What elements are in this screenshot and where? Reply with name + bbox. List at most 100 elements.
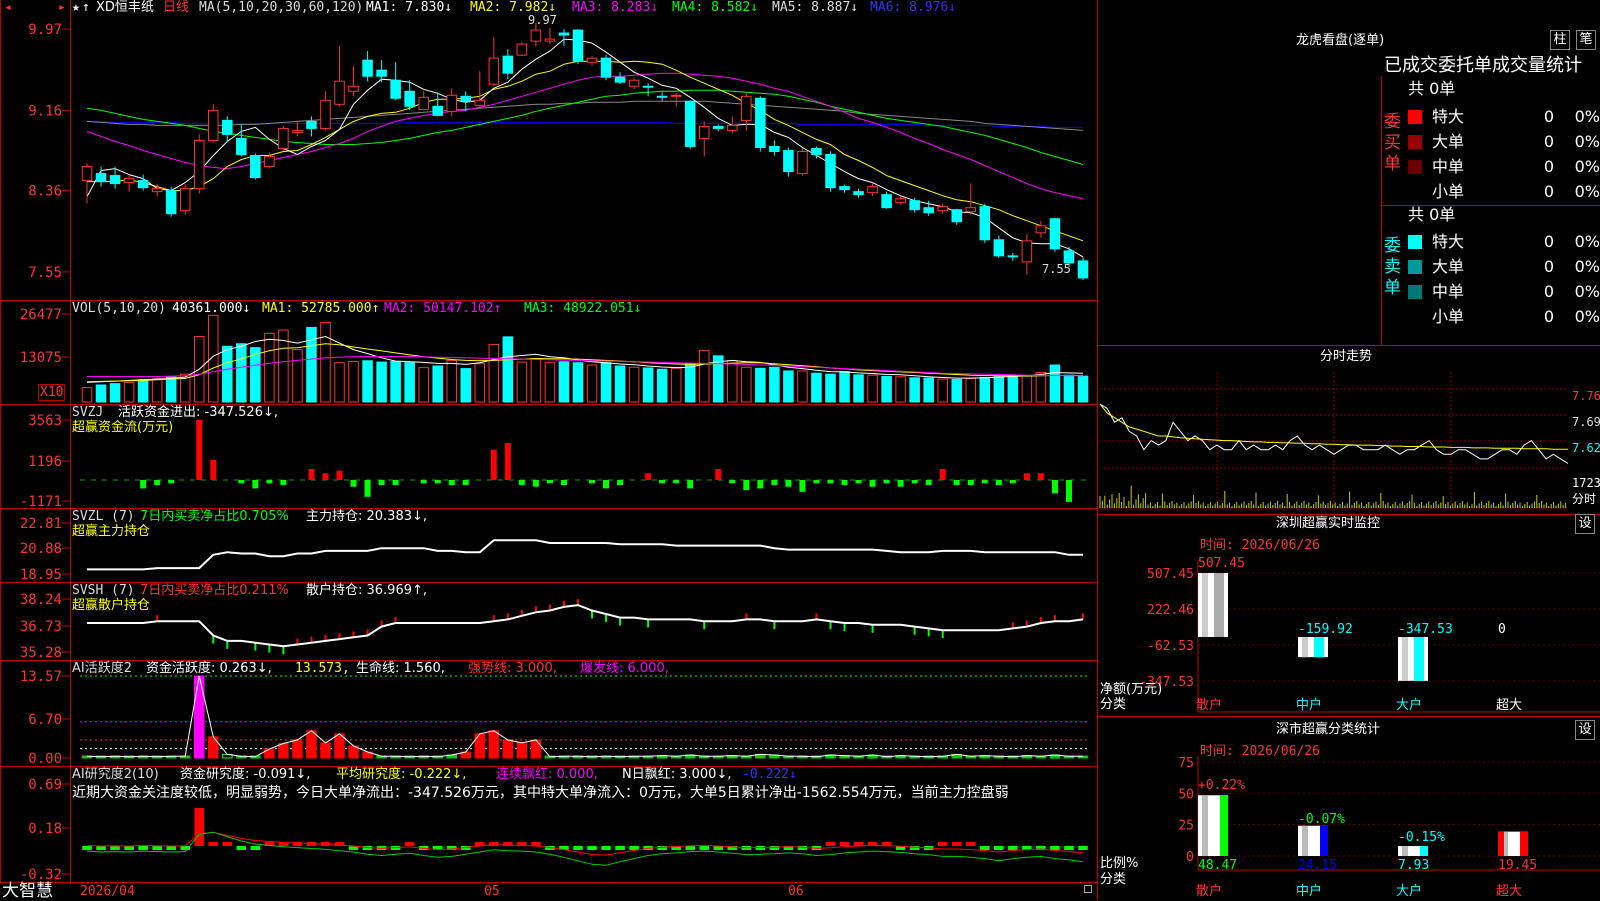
lock-icon[interactable]: [1084, 885, 1092, 893]
main-chart-canvas[interactable]: 9.97 9.16 8.36 7.55 26477 13075 3563 1196 -117…: [0, 0, 1098, 900]
cls-bar-shade: [1302, 825, 1308, 856]
ai-research-bar: [615, 846, 625, 850]
volume-bar: [222, 345, 233, 403]
mon-category-label: 中户: [1296, 698, 1323, 713]
ai-research-bar: [82, 846, 92, 850]
row-pct: 0%: [1574, 107, 1600, 126]
category-swatch: [1408, 135, 1422, 149]
cls-value-label: 48.47: [1198, 858, 1238, 873]
svzj-bar: [168, 480, 175, 484]
svzj-bar: [154, 480, 161, 486]
svzj-bar: [883, 480, 890, 484]
cls-value-label: 7.93: [1398, 858, 1430, 873]
kline-y-tick: 7.55: [28, 265, 62, 281]
candle-body: [530, 29, 542, 42]
candle-body: [979, 206, 991, 241]
row-count: 0: [1543, 282, 1554, 301]
volume-bar: [376, 361, 387, 403]
main-chart-area[interactable]: 9.97 9.16 8.36 7.55 26477 13075 3563 1196 -117…: [0, 0, 1098, 900]
candle-body: [236, 137, 247, 156]
volume-bar: [1049, 364, 1061, 403]
volume-bar: [123, 381, 135, 403]
volume-bar: [320, 321, 331, 403]
svzj-bar: [897, 480, 904, 487]
sz-monitor-ylabel: 净额(万元): [1100, 682, 1163, 697]
mon-bar-accent: [1314, 637, 1324, 658]
volume-bar: [642, 367, 654, 403]
ai-comment: 近期大资金关注度较低，明显弱势，今日大单净流出：-347.526万元，其中特大单…: [72, 785, 1009, 801]
ai-research-bar: [994, 846, 1004, 850]
candle-body: [712, 125, 724, 129]
pen-mode-button[interactable]: 笔: [1576, 30, 1596, 50]
mon-bar-shade: [1202, 573, 1208, 637]
ai-activity-bar: [292, 739, 303, 759]
star-icon[interactable]: ★: [72, 0, 80, 15]
kline-y-tick: 9.97: [28, 22, 62, 38]
volume-bar: [404, 362, 415, 403]
row-pct: 0%: [1574, 182, 1600, 201]
ai-research-bar: [980, 846, 990, 850]
volume-bar: [727, 360, 738, 403]
next-arrow-icon[interactable]: ▸: [58, 0, 66, 15]
volume-bar: [797, 370, 808, 403]
ai-avg-research: 平均研究度: -0.222↓,: [336, 767, 467, 782]
candle-body: [137, 180, 149, 189]
candle-body: [923, 207, 934, 214]
bar-mode-button[interactable]: 柱: [1550, 30, 1570, 50]
svzj-bar: [799, 480, 806, 492]
row-pct: 0%: [1574, 282, 1600, 301]
svzj-bar: [785, 480, 792, 487]
svzl-y-tick: 18.95: [20, 567, 62, 583]
vol-unit-box[interactable]: X10: [38, 384, 66, 401]
candle-body: [376, 69, 387, 77]
ai-research-bar: [825, 842, 836, 846]
sz-monitor-settings-button[interactable]: 设: [1575, 514, 1595, 534]
ma5-line: [86, 100, 1084, 131]
svzj-bar: [448, 480, 455, 486]
volume-bar: [502, 336, 514, 403]
svzj-bar: [532, 480, 539, 487]
candle-body: [502, 55, 514, 74]
ai-research-bar: [839, 842, 850, 846]
chevron-up-icon[interactable]: ↑: [82, 0, 90, 15]
svzj-bar: [308, 469, 315, 480]
mon-y-tick: 507.45: [1147, 567, 1194, 582]
buy-side-label: 委买单: [1384, 112, 1401, 174]
candle-body: [698, 125, 710, 139]
volume-bar: [165, 376, 177, 403]
sz-class-settings-button[interactable]: 设: [1575, 720, 1595, 740]
volume-bar: [881, 375, 892, 403]
brand-logo[interactable]: 大智慧: [2, 882, 53, 900]
mon-value-label: 0: [1498, 622, 1506, 637]
prev-arrow-icon[interactable]: ◂: [4, 0, 12, 15]
cls-bar-accent: [1320, 825, 1328, 856]
ai-research-bar: [152, 846, 162, 850]
volume-bar: [614, 365, 626, 403]
mon-bar-shade: [1402, 637, 1408, 681]
candle-body: [1007, 255, 1019, 258]
volume-bar: [488, 343, 500, 403]
candle-body: [741, 95, 752, 121]
candle-body: [390, 79, 401, 99]
stock-name[interactable]: XD恒丰纸: [96, 0, 154, 15]
row-name: 大单: [1432, 132, 1465, 151]
candle-body: [993, 239, 1005, 257]
mon-bar-accent: [1214, 573, 1224, 637]
ai-research-header: AI研究度2(10): [72, 767, 159, 782]
volume-bar: [965, 377, 977, 403]
svzj-bar: [350, 480, 357, 487]
ai-research-bar: [629, 846, 639, 850]
ma5-value: MA5: 8.887↓: [772, 0, 859, 15]
row-count: 0: [1543, 132, 1554, 151]
volume-bar: [558, 361, 570, 403]
period-label[interactable]: 日线: [163, 0, 189, 15]
ai-research-bar: [404, 842, 415, 846]
row-pct: 0%: [1574, 157, 1600, 176]
row-count: 0: [1543, 232, 1554, 251]
cls-bar-accent2: [1498, 831, 1504, 856]
cls-y-tick: 50: [1178, 787, 1194, 802]
volume-bar: [586, 364, 598, 403]
candle-body: [755, 97, 766, 148]
candle-body: [320, 99, 331, 129]
cls-bar-accent: [1420, 846, 1428, 856]
